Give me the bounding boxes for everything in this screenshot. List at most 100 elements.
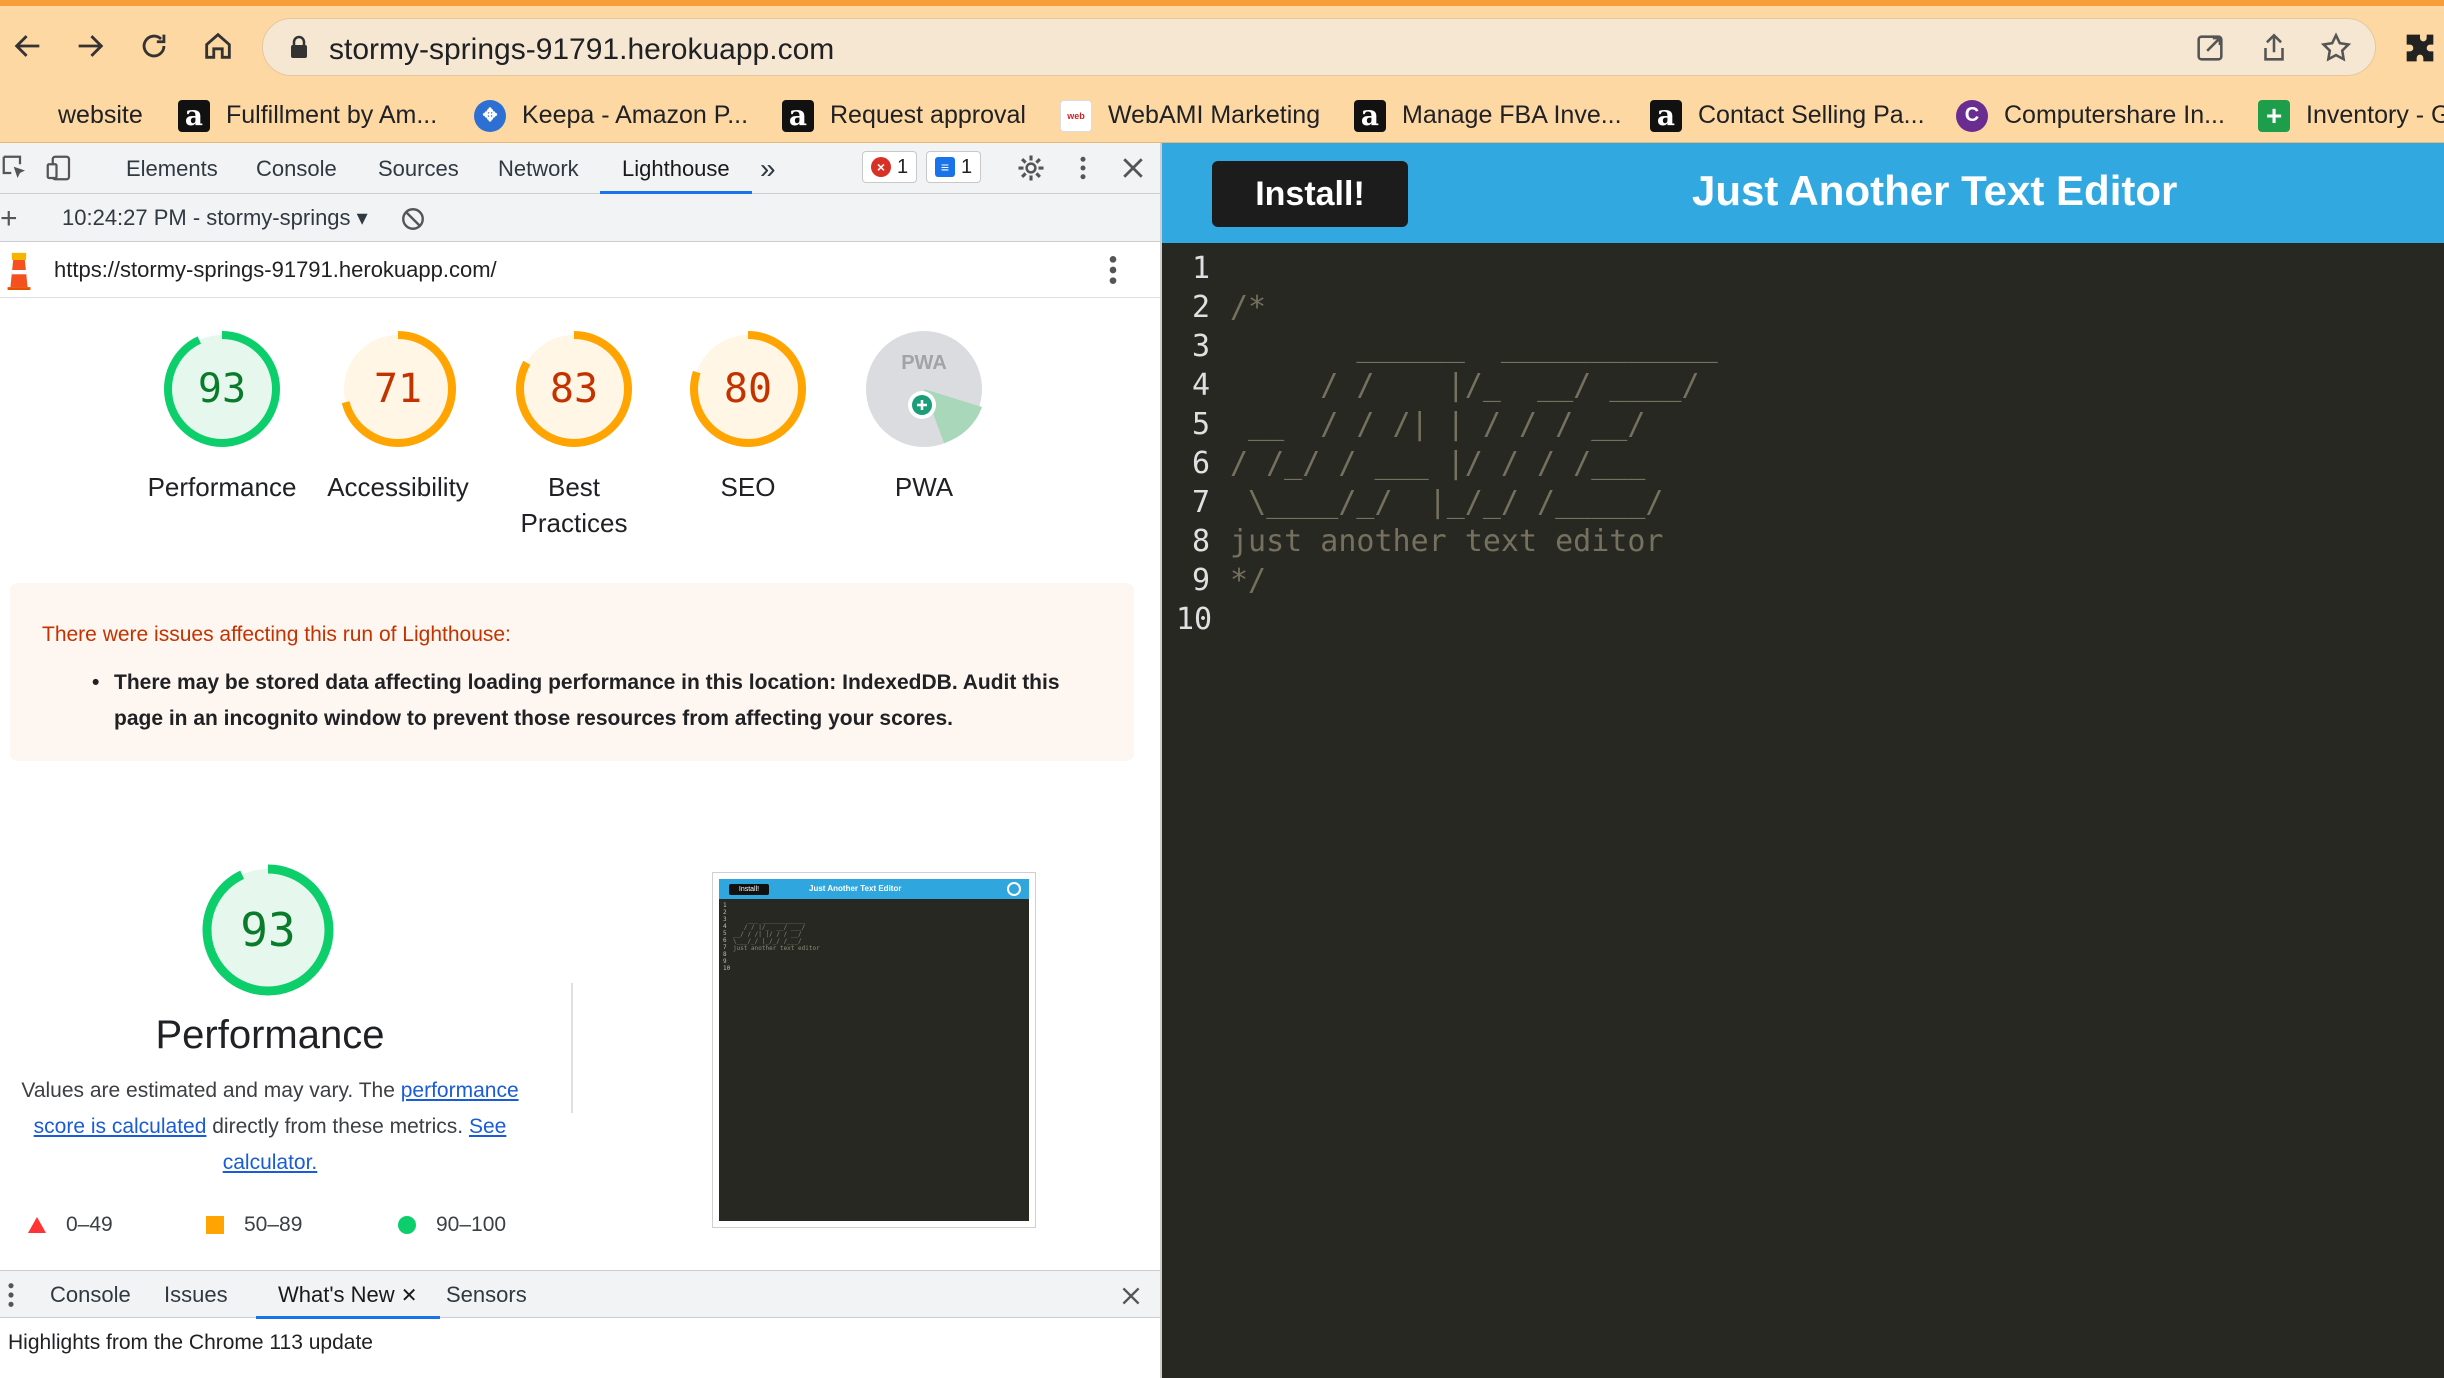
bookmark-webami[interactable]: web WebAMI Marketing bbox=[1060, 88, 1320, 143]
issues-item: There may be stored data affecting loadi… bbox=[92, 665, 1104, 737]
report-time: 10:24:27 PM - stormy-springs bbox=[62, 205, 351, 230]
drawer-tab-label: What's New bbox=[278, 1282, 395, 1307]
extensions-puzzle-icon[interactable] bbox=[2400, 28, 2440, 68]
tab-console[interactable]: Console bbox=[256, 143, 337, 194]
inspect-element-icon[interactable] bbox=[0, 153, 30, 183]
amazon-icon: a bbox=[178, 99, 210, 132]
back-arrow-icon bbox=[14, 35, 40, 57]
perf-desc-text: directly from these metrics. bbox=[206, 1115, 469, 1138]
thumbnail-header: Install! Just Another Text Editor bbox=[719, 879, 1029, 899]
bookmark-request-approval[interactable]: a Request approval bbox=[782, 88, 1026, 143]
lighthouse-url-bar: https://stormy-springs-91791.herokuapp.c… bbox=[0, 242, 1160, 298]
gauge-performance[interactable]: 93 Performance bbox=[132, 329, 312, 505]
bookmark-computershare[interactable]: C Computershare In... bbox=[1956, 88, 2225, 143]
lighthouse-logo-icon bbox=[7, 252, 31, 290]
computershare-icon: C bbox=[1956, 99, 1988, 132]
devtools-menu-icon[interactable] bbox=[1068, 153, 1098, 183]
address-bar[interactable]: stormy-springs-91791.herokuapp.com bbox=[262, 18, 2376, 76]
code-line: __ / / /| | / / / __/ bbox=[1230, 407, 1646, 442]
perf-desc-text: Values are estimated and may vary. The bbox=[21, 1079, 401, 1102]
tab-network[interactable]: Network bbox=[498, 143, 579, 194]
report-menu-icon[interactable] bbox=[1106, 254, 1120, 286]
orange-square-icon bbox=[206, 1216, 224, 1234]
browser-toolbar: stormy-springs-91791.herokuapp.com bbox=[0, 0, 2444, 88]
device-toolbar-icon[interactable] bbox=[44, 153, 74, 183]
bookmark-star-icon[interactable] bbox=[2319, 31, 2353, 65]
performance-score: 93 bbox=[240, 903, 296, 957]
gauge-pwa[interactable]: PWA PWA bbox=[834, 329, 1014, 505]
more-tabs-icon[interactable]: » bbox=[760, 143, 776, 194]
score-label: Accessibility bbox=[327, 472, 469, 502]
webami-icon: web bbox=[1060, 99, 1092, 132]
new-report-icon[interactable]: + bbox=[0, 202, 18, 236]
bookmarks-bar: website a Fulfillment by Am... ✥ Keepa -… bbox=[0, 88, 2444, 143]
install-button[interactable]: Install! bbox=[1212, 161, 1408, 227]
performance-gauge: 93 bbox=[201, 863, 335, 997]
bookmark-contact-selling[interactable]: a Contact Selling Pa... bbox=[1650, 88, 1925, 143]
reload-button[interactable] bbox=[132, 24, 176, 68]
tab-sources[interactable]: Sources bbox=[378, 143, 459, 194]
tab-elements[interactable]: Elements bbox=[126, 143, 218, 194]
legend-pass: 90–100 bbox=[398, 1213, 506, 1237]
performance-title: Performance bbox=[155, 1013, 385, 1057]
bookmark-manage-fba[interactable]: a Manage FBA Inve... bbox=[1354, 88, 1622, 143]
line-number: 1 bbox=[1192, 251, 1211, 286]
report-selector[interactable]: 10:24:27 PM - stormy-springs ▾ bbox=[62, 205, 368, 231]
bookmark-label: Manage FBA Inve... bbox=[1402, 101, 1622, 129]
line-number: 3 bbox=[1192, 329, 1211, 364]
line-number: 5 bbox=[1192, 407, 1211, 442]
bookmark-label: WebAMI Marketing bbox=[1108, 101, 1321, 129]
message-icon: ≡ bbox=[935, 157, 955, 177]
final-screenshot-thumbnail[interactable]: Install! Just Another Text Editor 123456… bbox=[712, 872, 1036, 1228]
score-value: 80 bbox=[723, 366, 773, 412]
error-count-badge[interactable]: × 1 bbox=[862, 151, 918, 183]
forward-button[interactable] bbox=[68, 24, 112, 68]
back-button[interactable] bbox=[6, 24, 50, 68]
close-drawer-icon[interactable] bbox=[1118, 1283, 1144, 1309]
open-in-app-icon[interactable] bbox=[2193, 31, 2227, 65]
bookmark-website[interactable]: website bbox=[58, 88, 143, 143]
tab-lighthouse[interactable]: Lighthouse bbox=[600, 143, 752, 194]
drawer-tab-sensors[interactable]: Sensors bbox=[446, 1271, 527, 1319]
home-button[interactable] bbox=[196, 24, 240, 68]
report-url: https://stormy-springs-91791.herokuapp.c… bbox=[54, 257, 497, 282]
message-count-badge[interactable]: ≡ 1 bbox=[926, 151, 982, 183]
reload-icon bbox=[142, 34, 166, 58]
settings-gear-icon[interactable] bbox=[1016, 153, 1046, 183]
code-editor[interactable]: 1 2 /* 3 ______ ____________ 4 / / |/_ _… bbox=[1162, 243, 2444, 1378]
amazon-icon: a bbox=[782, 99, 814, 132]
issues-warning-box: There were issues affecting this run of … bbox=[10, 583, 1134, 761]
close-tab-icon[interactable]: ✕ bbox=[401, 1285, 418, 1307]
code-line: \____/_/ |_/_/ /_____/ bbox=[1230, 485, 1664, 520]
thumbnail-logo-icon bbox=[1007, 882, 1021, 896]
gauge-seo[interactable]: 80 SEO bbox=[658, 329, 838, 505]
error-count: 1 bbox=[897, 155, 909, 178]
bookmark-inventory[interactable]: + Inventory - G bbox=[2258, 88, 2444, 143]
clear-reports-icon[interactable] bbox=[400, 206, 426, 232]
thumbnail-line-numbers: 1 2 3 4 5 6 7 8 9 10 bbox=[723, 902, 731, 972]
legend-label: 90–100 bbox=[436, 1213, 507, 1236]
drawer-tab-issues[interactable]: Issues bbox=[164, 1271, 228, 1319]
drawer-tab-console[interactable]: Console bbox=[50, 1271, 131, 1319]
close-devtools-icon[interactable] bbox=[1118, 153, 1148, 183]
forward-arrow-icon bbox=[78, 35, 104, 57]
code-line: / / |/_ __/ ____/ bbox=[1230, 368, 1700, 403]
bookmark-keepa[interactable]: ✥ Keepa - Amazon P... bbox=[474, 88, 748, 143]
home-icon bbox=[205, 32, 231, 59]
bookmark-fulfillment[interactable]: a Fulfillment by Am... bbox=[178, 88, 437, 143]
drawer-tab-whats-new[interactable]: What's New ✕ bbox=[256, 1271, 440, 1319]
drawer-menu-icon[interactable] bbox=[4, 1281, 18, 1309]
app-title: Just Another Text Editor bbox=[1692, 167, 2178, 214]
bookmark-label: Fulfillment by Am... bbox=[226, 101, 438, 129]
devtools-drawer-tabs: Console Issues What's New ✕ Sensors bbox=[0, 1270, 1160, 1319]
lighthouse-toolbar: + 10:24:27 PM - stormy-springs ▾ bbox=[0, 194, 1160, 242]
score-label: SEO bbox=[720, 472, 776, 502]
pwa-badge-icon: PWA bbox=[866, 331, 982, 447]
gauge-accessibility[interactable]: 71 Accessibility bbox=[308, 329, 488, 505]
thumbnail-title: Just Another Text Editor bbox=[809, 884, 902, 893]
message-count: 1 bbox=[961, 155, 973, 178]
share-icon[interactable] bbox=[2257, 31, 2291, 65]
gauge-best-practices[interactable]: 83 Best Practices bbox=[484, 329, 664, 541]
thumbnail-install-button: Install! bbox=[729, 884, 769, 895]
line-number: 8 bbox=[1192, 524, 1211, 559]
